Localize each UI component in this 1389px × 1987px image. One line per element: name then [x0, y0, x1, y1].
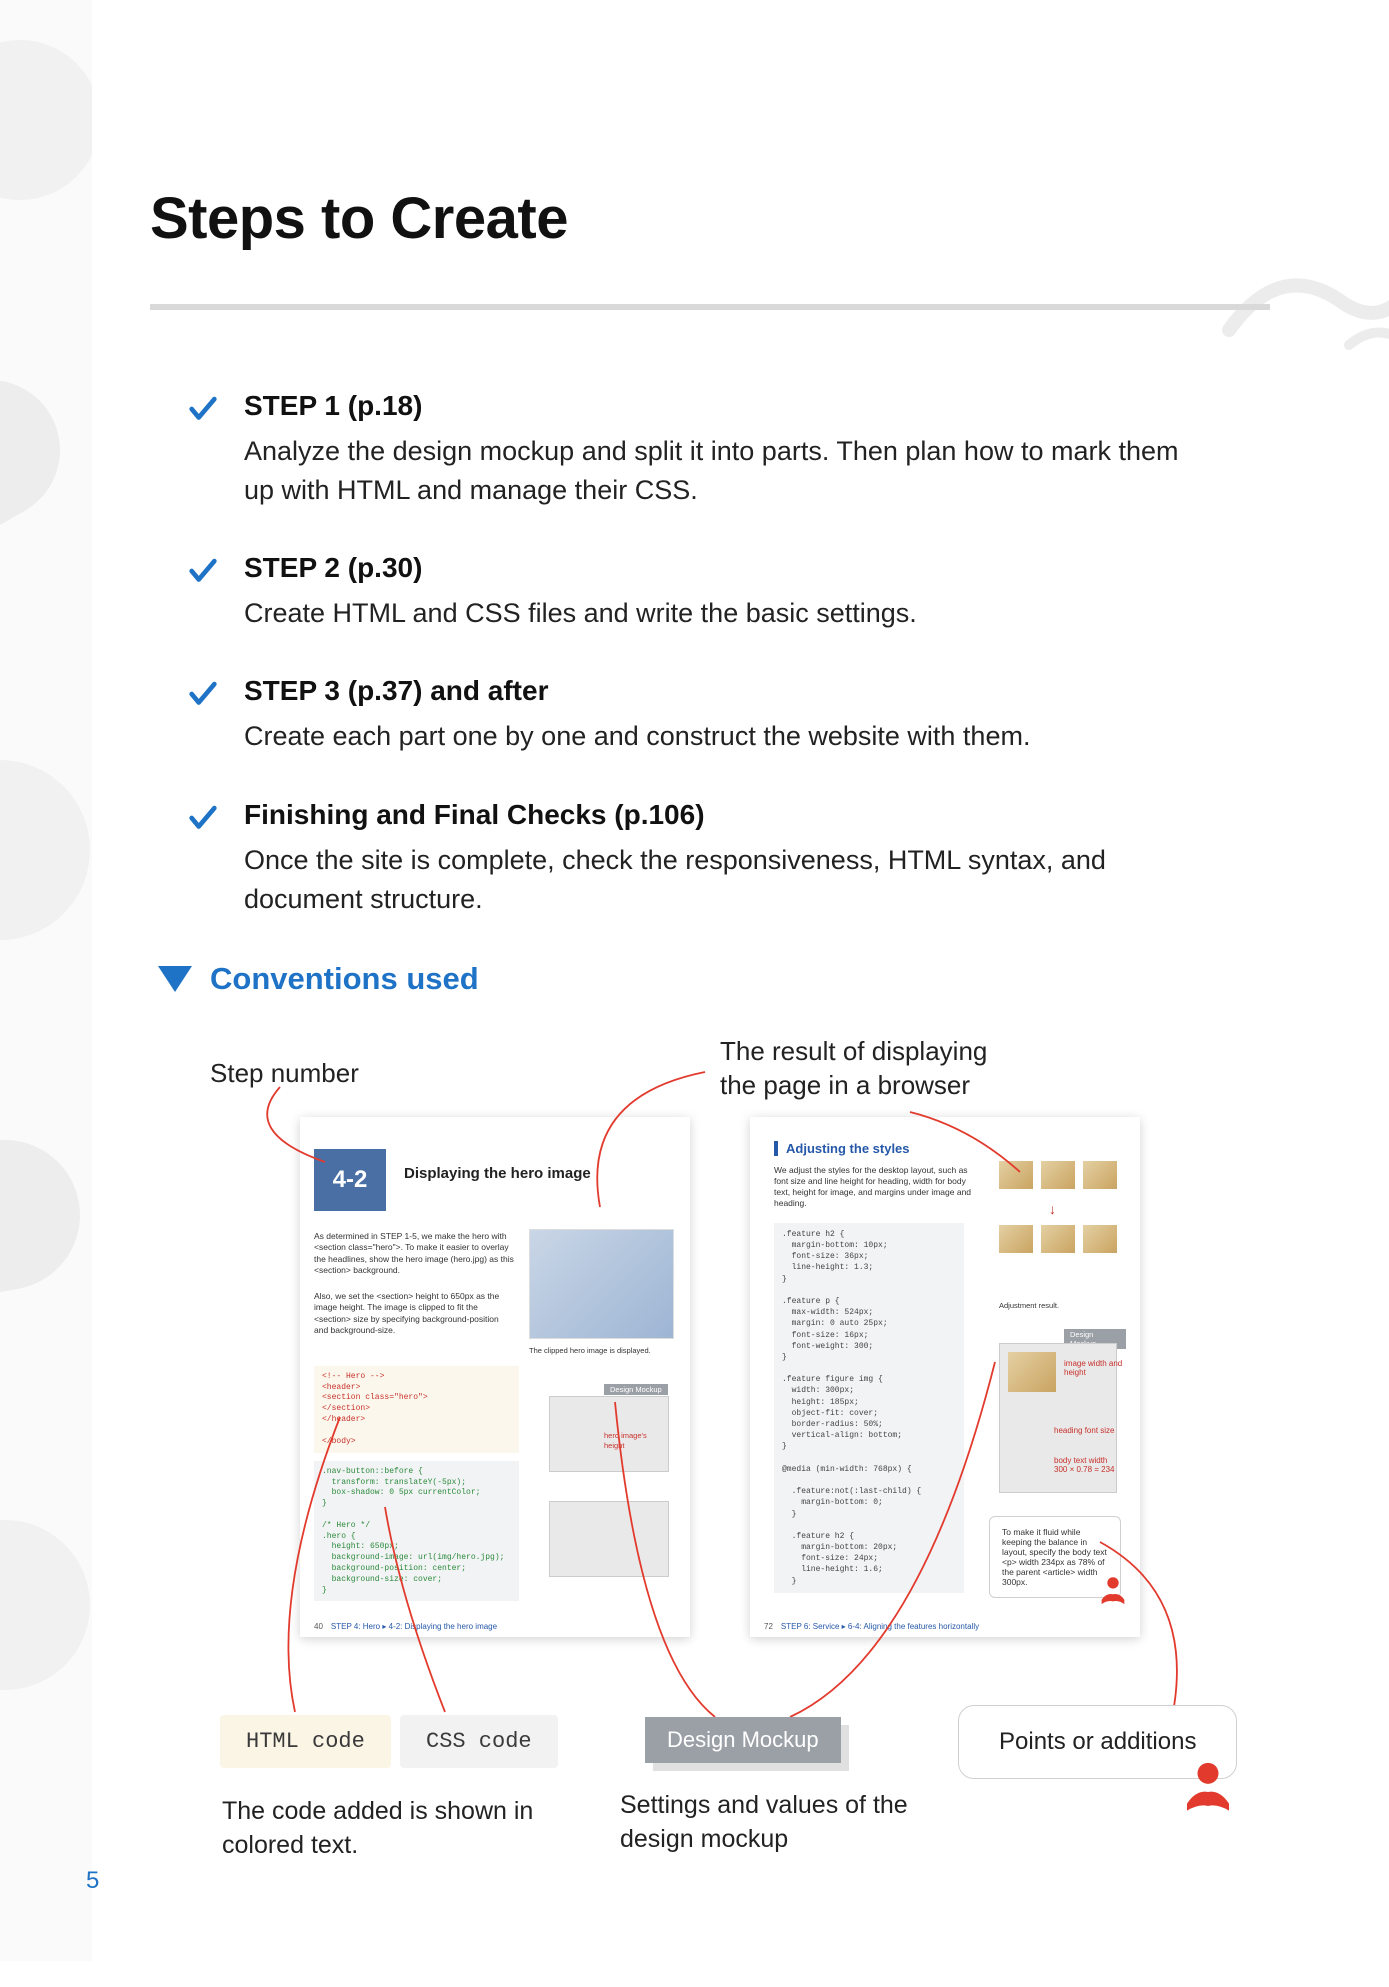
thumb-browser-preview — [529, 1229, 674, 1339]
page-number: 5 — [86, 1867, 99, 1895]
step-item: STEP 3 (p.37) and after Create each part… — [186, 675, 1270, 756]
step-title: STEP 1 (p.18) — [244, 390, 1270, 422]
annotation-body-width: body text width 300 × 0.78 = 234 — [1054, 1456, 1115, 1475]
step-description: Analyze the design mockup and split it i… — [244, 432, 1204, 510]
triangle-down-icon — [158, 966, 192, 992]
step-description: Create each part one by one and construc… — [244, 717, 1204, 756]
legend-dm-caption: Settings and values of the design mockup — [620, 1789, 920, 1857]
document-page: Steps to Create STEP 1 (p.18) Analyze th… — [0, 0, 1389, 1961]
legend-design-mockup: Design Mockup — [645, 1717, 841, 1763]
thumb-paragraph: Also, we set the <section> height to 650… — [314, 1291, 514, 1337]
thumb-caption: The clipped hero image is displayed. — [529, 1346, 679, 1356]
annotation-heading-fontsize: heading font size — [1054, 1426, 1115, 1436]
legend-code-caption: The code added is shown in colored text. — [222, 1795, 542, 1863]
conventions-diagram: Step number The result of displaying the… — [150, 1037, 1270, 1987]
step-title: STEP 2 (p.30) — [244, 552, 1270, 584]
css-code-block: .nav-button::before { transform: transla… — [314, 1461, 519, 1601]
annotation-img-height: hero image's height — [604, 1431, 664, 1451]
check-icon — [186, 677, 220, 711]
thumb-heading: Displaying the hero image — [404, 1165, 591, 1182]
steps-list: STEP 1 (p.18) Analyze the design mockup … — [150, 390, 1270, 919]
callout-step-number: Step number — [210, 1057, 359, 1091]
step-item: Finishing and Final Checks (p.106) Once … — [186, 799, 1270, 919]
thumb-footer: 40STEP 4: Hero ▸ 4-2: Displaying the her… — [314, 1622, 497, 1631]
step-item: STEP 2 (p.30) Create HTML and CSS files … — [186, 552, 1270, 633]
browser-result-gallery: ↓ — [999, 1161, 1119, 1276]
step-title: Finishing and Final Checks (p.106) — [244, 799, 1270, 831]
step-item: STEP 1 (p.18) Analyze the design mockup … — [186, 390, 1270, 510]
check-icon — [186, 392, 220, 426]
thumb-footer: 72STEP 6: Service ▸ 6-4: Aligning the fe… — [764, 1622, 979, 1631]
example-page-left: 4-2 Displaying the hero image As determi… — [300, 1117, 690, 1637]
conventions-heading: Conventions used — [150, 961, 1270, 997]
reader-icon — [1096, 1573, 1130, 1607]
left-decorative-strip — [0, 0, 92, 1961]
annotation-image-wh: image width and height — [1064, 1359, 1122, 1378]
design-mockup-tag: Design Mockup — [604, 1384, 668, 1395]
annotation-adjustment-result: Adjustment result. — [999, 1301, 1119, 1311]
thumb-paragraph: As determined in STEP 1-5, we make the h… — [314, 1231, 514, 1277]
css-code-block: .feature h2 { margin-bottom: 10px; font-… — [774, 1223, 964, 1593]
reader-icon — [1180, 1757, 1236, 1813]
step-description: Create HTML and CSS files and write the … — [244, 594, 1204, 633]
check-icon — [186, 801, 220, 835]
callout-browser-result: The result of displaying the page in a b… — [720, 1035, 987, 1103]
legend-css-code: CSS code — [400, 1715, 558, 1768]
thumb-paragraph: We adjust the styles for the desktop lay… — [774, 1165, 984, 1209]
thumb-subheading: Adjusting the styles — [774, 1141, 910, 1156]
step-number-badge: 4-2 — [314, 1149, 386, 1211]
legend-html-code: HTML code — [220, 1715, 391, 1768]
html-code-block: <!-- Hero --> <header> <section class="h… — [314, 1366, 519, 1454]
conventions-title: Conventions used — [210, 961, 479, 997]
design-mockup-mini — [549, 1501, 669, 1577]
example-page-right: Adjusting the styles We adjust the style… — [750, 1117, 1140, 1637]
step-description: Once the site is complete, check the res… — [244, 841, 1204, 919]
check-icon — [186, 554, 220, 588]
horizontal-rule — [150, 304, 1270, 310]
page-title: Steps to Create — [150, 185, 1270, 252]
step-title: STEP 3 (p.37) and after — [244, 675, 1270, 707]
